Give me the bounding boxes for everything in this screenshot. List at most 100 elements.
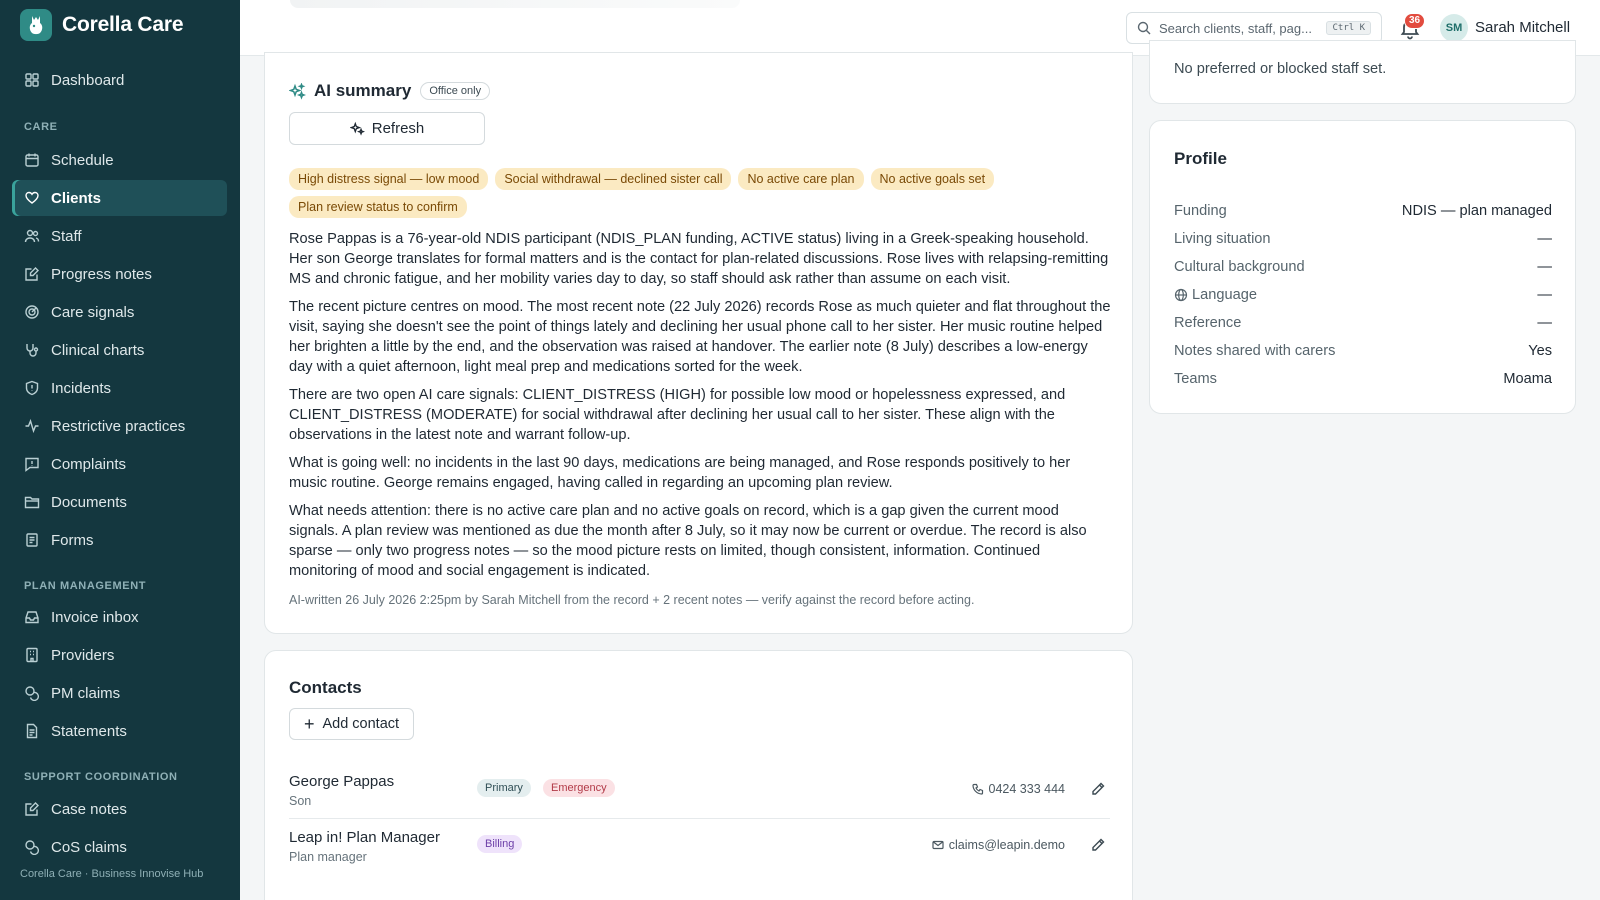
ai-summary-body: Rose Pappas is a 76-year-old NDIS partic… <box>289 229 1111 589</box>
summary-paragraph: The recent picture centres on mood. The … <box>289 299 1111 375</box>
profile-value: — <box>1537 259 1552 275</box>
sidebar-item-pm-claims[interactable]: PM claims <box>12 675 227 711</box>
sidebar-item-providers[interactable]: Providers <box>12 637 227 673</box>
contact-phone[interactable]: 0424 333 444 <box>971 782 1065 796</box>
sidebar-item-label: Invoice inbox <box>51 608 139 626</box>
profile-row-notes-shared: Notes shared with carers Yes <box>1174 343 1552 363</box>
sidebar-item-case-notes[interactable]: Case notes <box>12 791 227 827</box>
signal-tags: High distress signal — low mood Social w… <box>289 168 1109 218</box>
sidebar-item-restrictive-practices[interactable]: Restrictive practices <box>12 408 227 444</box>
document-icon <box>26 723 38 739</box>
sidebar-item-label: CoS claims <box>51 838 127 856</box>
profile-value: Moama <box>1503 371 1552 387</box>
summary-paragraph: What needs attention: there is no active… <box>289 503 1087 579</box>
dashboard-icon <box>25 73 39 87</box>
sidebar-item-clients[interactable]: Clients <box>12 180 227 216</box>
profile-row-cultural-background: Cultural background — <box>1174 259 1552 279</box>
globe-icon <box>1174 288 1188 302</box>
contact-relation: Plan manager <box>289 850 367 864</box>
contact-email-text: claims@leapin.demo <box>948 838 1065 852</box>
sidebar-item-label: Progress notes <box>51 265 152 283</box>
add-contact-label: Add contact <box>322 716 400 732</box>
profile-card: Profile Funding NDIS — plan managed Livi… <box>1149 120 1576 414</box>
sparkles-icon <box>289 82 306 100</box>
profile-label: Reference <box>1174 315 1242 331</box>
contact-name: Leap in! Plan Manager <box>289 829 440 846</box>
profile-value: Yes <box>1528 343 1552 359</box>
sidebar-item-label: Schedule <box>51 151 114 169</box>
pencil-icon[interactable] <box>1090 781 1106 797</box>
phone-icon <box>971 783 983 795</box>
summary-paragraph: There are two open AI care signals: CLIE… <box>289 387 1066 443</box>
sidebar-item-incidents[interactable]: Incidents <box>12 370 227 406</box>
sidebar-item-invoice-inbox[interactable]: Invoice inbox <box>12 599 227 635</box>
sidebar-item-label: Incidents <box>51 379 112 397</box>
sidebar: Corella Care Dashboard CARE Schedule Cli… <box>0 0 240 900</box>
sidebar-item-clinical-charts[interactable]: Clinical charts <box>12 332 227 368</box>
sidebar-item-label: Clients <box>51 189 102 207</box>
sidebar-item-label: Restrictive practices <box>51 417 186 435</box>
signal-tag: Plan review status to confirm <box>289 196 467 218</box>
calendar-icon <box>25 153 39 167</box>
ai-summary-card: AI summary Office only Refresh High dist… <box>264 52 1133 634</box>
sidebar-item-statements[interactable]: Statements <box>12 713 227 749</box>
sidebar-item-label: Clinical charts <box>51 341 145 359</box>
refresh-button[interactable]: Refresh <box>289 112 485 145</box>
contact-email[interactable]: claims@leapin.demo <box>932 838 1065 852</box>
sidebar-item-label: Case notes <box>51 800 127 818</box>
sidebar-item-cos-claims[interactable]: CoS claims <box>12 829 227 865</box>
edit-note-icon <box>25 802 39 816</box>
sidebar-item-label: PM claims <box>51 684 121 702</box>
search-input[interactable] <box>1159 20 1319 36</box>
notification-count-badge: 36 <box>1404 13 1426 29</box>
sidebar-item-documents[interactable]: Documents <box>12 484 227 520</box>
signal-icon <box>25 305 39 319</box>
sidebar-item-care-signals[interactable]: Care signals <box>12 294 227 330</box>
add-contact-button[interactable]: + Add contact <box>289 708 414 740</box>
sidebar-item-dashboard[interactable]: Dashboard <box>12 62 227 98</box>
sidebar-item-label: Dashboard <box>51 71 125 89</box>
building-icon <box>26 647 38 663</box>
contacts-title: Contacts <box>289 678 362 697</box>
profile-value: — <box>1537 315 1552 331</box>
ai-summary-title: AI summary <box>314 81 412 100</box>
users-icon <box>24 229 40 243</box>
sidebar-item-progress-notes[interactable]: Progress notes <box>12 256 227 292</box>
contact-relation: Son <box>289 794 312 808</box>
signal-tag: No active care plan <box>738 168 864 190</box>
app-name: Corella Care <box>62 13 184 36</box>
profile-label: Notes shared with carers <box>1174 343 1336 359</box>
profile-label: Living situation <box>1174 231 1271 247</box>
section-plan-management: PLAN MANAGEMENT <box>24 580 147 592</box>
contact-name: George Pappas <box>289 773 395 790</box>
profile-value: NDIS — plan managed <box>1401 203 1552 219</box>
search-shortcut: Ctrl K <box>1326 21 1371 35</box>
contact-row[interactable]: George Pappas Son Primary Emergency 0424… <box>289 763 1110 819</box>
signal-tag: Social withdrawal — declined sister call <box>495 168 732 190</box>
staff-preferences-text: No preferred or blocked staff set. <box>1174 61 1387 77</box>
sidebar-item-forms[interactable]: Forms <box>12 522 227 558</box>
form-icon <box>26 533 38 547</box>
sidebar-item-schedule[interactable]: Schedule <box>12 142 227 178</box>
stethoscope-icon <box>26 344 39 357</box>
ai-summary-header: AI summary Office only <box>289 81 491 101</box>
avatar[interactable]: SM <box>1440 14 1468 42</box>
contact-row[interactable]: Leap in! Plan Manager Plan manager Billi… <box>289 819 1110 875</box>
heart-hand-icon <box>25 191 39 204</box>
brand[interactable]: Corella Care <box>0 0 240 50</box>
corella-logo-icon <box>20 9 52 41</box>
sidebar-item-staff[interactable]: Staff <box>12 218 227 254</box>
profile-row-funding: Funding NDIS — plan managed <box>1174 203 1552 223</box>
summary-paragraph: What is going well: no incidents in the … <box>289 455 1071 491</box>
signal-tag: High distress signal — low mood <box>289 168 489 190</box>
plus-icon: + <box>303 714 315 734</box>
section-support-coordination: SUPPORT COORDINATION <box>24 771 178 783</box>
sidebar-item-complaints[interactable]: Complaints <box>12 446 227 482</box>
pencil-icon[interactable] <box>1090 837 1106 853</box>
sidebar-item-label: Statements <box>51 722 127 740</box>
ai-footnote: AI-written 26 July 2026 2:25pm by Sarah … <box>289 593 975 607</box>
sidebar-footer: Corella Care · Business Innovise Hub <box>20 868 204 880</box>
inbox-icon <box>25 611 39 624</box>
billing-badge: Billing <box>477 835 523 853</box>
user-name[interactable]: Sarah Mitchell <box>1475 19 1570 36</box>
